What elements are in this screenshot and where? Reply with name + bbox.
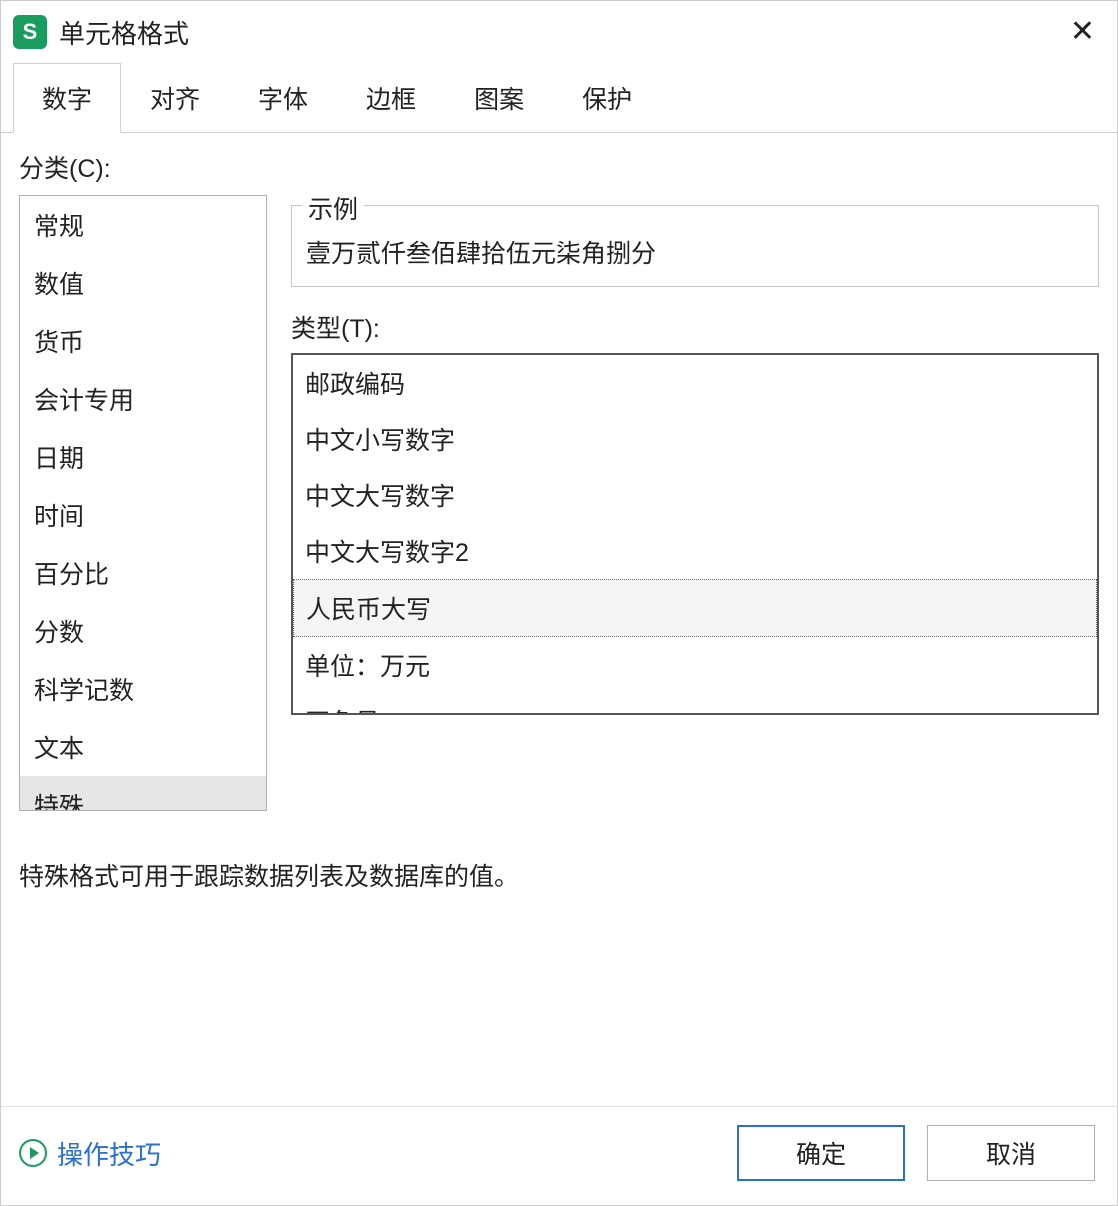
example-box: 示例 壹万贰仟叁佰肆拾伍元柒角捌分 [291, 205, 1099, 287]
tips-link-label: 操作技巧 [57, 1135, 161, 1172]
cell-format-dialog: S 单元格格式 ✕ 数字对齐字体边框图案保护 分类(C): 常规数值货币会计专用… [0, 0, 1118, 1206]
tab-4[interactable]: 图案 [445, 63, 553, 132]
category-item[interactable]: 时间 [20, 486, 266, 544]
dialog-title: 单元格格式 [59, 14, 1062, 51]
tab-1[interactable]: 对齐 [121, 63, 229, 132]
type-item[interactable]: 单位：万元 [293, 637, 1097, 693]
right-panel: 示例 壹万贰仟叁佰肆拾伍元柒角捌分 类型(T): 邮政编码中文小写数字中文大写数… [291, 195, 1099, 811]
type-item[interactable]: 人民币大写 [293, 579, 1097, 637]
type-item[interactable]: 正负号 [293, 693, 1097, 715]
footer: 操作技巧 确定 取消 [1, 1106, 1117, 1205]
tab-5[interactable]: 保护 [553, 63, 661, 132]
type-item[interactable]: 邮政编码 [293, 355, 1097, 411]
category-item[interactable]: 科学记数 [20, 660, 266, 718]
titlebar: S 单元格格式 ✕ [1, 1, 1117, 63]
tab-2[interactable]: 字体 [229, 63, 337, 132]
type-item[interactable]: 中文大写数字 [293, 467, 1097, 523]
example-legend: 示例 [302, 190, 364, 226]
category-item[interactable]: 分数 [20, 602, 266, 660]
category-item[interactable]: 文本 [20, 718, 266, 776]
category-item[interactable]: 百分比 [20, 544, 266, 602]
category-label: 分类(C): [19, 149, 1099, 185]
play-icon [19, 1139, 47, 1167]
close-icon[interactable]: ✕ [1062, 17, 1103, 47]
type-label: 类型(T): [291, 309, 1099, 345]
tabs-bar: 数字对齐字体边框图案保护 [1, 63, 1117, 133]
tips-link-group[interactable]: 操作技巧 [19, 1135, 715, 1172]
type-item[interactable]: 中文小写数字 [293, 411, 1097, 467]
category-item[interactable]: 日期 [20, 428, 266, 486]
tab-3[interactable]: 边框 [337, 63, 445, 132]
type-list[interactable]: 邮政编码中文小写数字中文大写数字中文大写数字2人民币大写单位：万元正负号 [291, 353, 1099, 715]
cancel-button[interactable]: 取消 [927, 1125, 1095, 1181]
category-item[interactable]: 数值 [20, 254, 266, 312]
tab-0[interactable]: 数字 [13, 63, 121, 133]
category-item[interactable]: 会计专用 [20, 370, 266, 428]
type-item[interactable]: 中文大写数字2 [293, 523, 1097, 579]
category-list[interactable]: 常规数值货币会计专用日期时间百分比分数科学记数文本特殊自定义 [19, 195, 267, 811]
ok-button[interactable]: 确定 [737, 1125, 905, 1181]
content-area: 分类(C): 常规数值货币会计专用日期时间百分比分数科学记数文本特殊自定义 示例… [1, 133, 1117, 1106]
app-icon: S [13, 15, 47, 49]
main-row: 常规数值货币会计专用日期时间百分比分数科学记数文本特殊自定义 示例 壹万贰仟叁佰… [19, 195, 1099, 811]
category-item[interactable]: 常规 [20, 196, 266, 254]
example-value: 壹万贰仟叁佰肆拾伍元柒角捌分 [306, 216, 1084, 270]
format-description: 特殊格式可用于跟踪数据列表及数据库的值。 [19, 857, 1099, 893]
category-item[interactable]: 特殊 [20, 776, 266, 811]
category-item[interactable]: 货币 [20, 312, 266, 370]
